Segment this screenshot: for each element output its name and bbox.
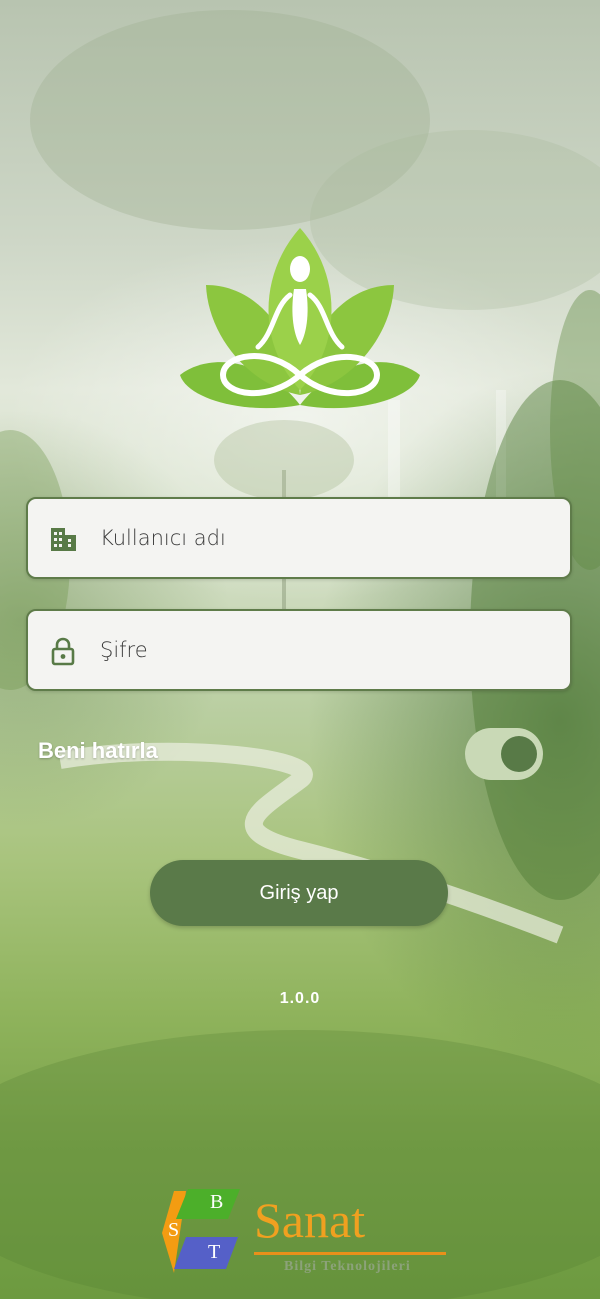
login-button[interactable]: Giriş yap — [150, 860, 448, 926]
toggle-knob — [501, 736, 537, 772]
app-version: 1.0.0 — [279, 990, 321, 1007]
sbt-logo-mark — [162, 1189, 240, 1273]
brand-underline — [254, 1252, 446, 1255]
remember-me-toggle[interactable] — [465, 728, 543, 780]
logo-letter-s: S — [168, 1219, 180, 1241]
company-logo: S B T Sanat Bilgi Teknolojileri — [152, 1185, 452, 1277]
brand-name: Sanat — [254, 1192, 366, 1248]
brand-subtitle: Bilgi Teknolojileri — [284, 1259, 411, 1274]
password-placeholder: Şifre — [100, 638, 148, 662]
logo-letter-b: B — [210, 1191, 224, 1213]
building-icon — [51, 528, 76, 551]
lock-icon — [51, 637, 75, 666]
password-field[interactable]: Şifre — [26, 609, 572, 691]
lotus-meditation-logo — [180, 228, 420, 409]
logo-letter-t: T — [208, 1241, 221, 1263]
remember-me-label: Beni hatırla — [38, 738, 158, 763]
username-field[interactable]: Kullanıcı adı — [26, 497, 572, 579]
username-placeholder: Kullanıcı adı — [100, 526, 226, 550]
